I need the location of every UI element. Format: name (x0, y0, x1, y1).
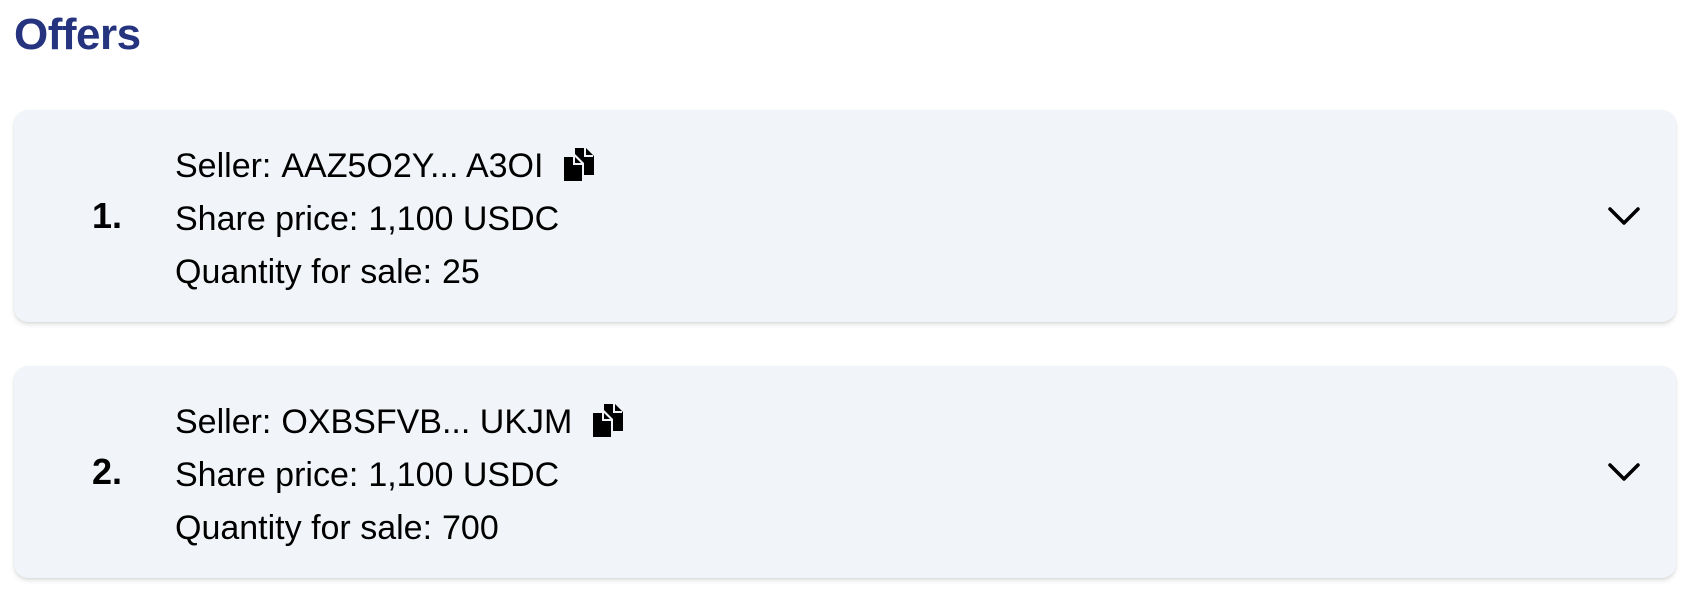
seller-label: Seller: (175, 403, 272, 441)
offer-index: 2. (92, 451, 123, 492)
share-price-value: 1,100 USDC (368, 456, 560, 494)
quantity-value: 25 (442, 253, 480, 291)
copy-icon[interactable] (559, 145, 599, 185)
quantity-value: 700 (442, 509, 499, 547)
offer-price-row: Share price: 1,100 USDC (175, 449, 628, 502)
offer-details: Seller: AAZ5O2Y... A3OI Share price: 1,1… (175, 140, 599, 299)
offer-card[interactable]: 2. Seller: OXBSFVB... UKJM Share price: … (14, 366, 1676, 578)
seller-label: Seller: (175, 147, 272, 185)
copy-icon[interactable] (588, 401, 628, 441)
offer-index: 1. (92, 195, 123, 236)
quantity-label: Quantity for sale: (175, 509, 433, 547)
chevron-down-icon[interactable] (1600, 448, 1648, 496)
offer-card[interactable]: 1. Seller: AAZ5O2Y... A3OI Share price: … (14, 110, 1676, 322)
quantity-label: Quantity for sale: (175, 253, 433, 291)
seller-address: OXBSFVB... UKJM (281, 403, 573, 441)
seller-address: AAZ5O2Y... A3OI (281, 147, 544, 185)
offer-quantity-row: Quantity for sale: 25 (175, 246, 599, 299)
offer-details: Seller: OXBSFVB... UKJM Share price: 1,1… (175, 396, 628, 555)
share-price-value: 1,100 USDC (368, 200, 560, 238)
share-price-label: Share price: (175, 200, 359, 238)
offer-seller-row: Seller: AAZ5O2Y... A3OI (175, 140, 599, 193)
share-price-label: Share price: (175, 456, 359, 494)
offer-seller-row: Seller: OXBSFVB... UKJM (175, 396, 628, 449)
offer-quantity-row: Quantity for sale: 700 (175, 502, 628, 555)
chevron-down-icon[interactable] (1600, 192, 1648, 240)
offers-section-title: Offers (14, 10, 141, 59)
offer-price-row: Share price: 1,100 USDC (175, 193, 599, 246)
